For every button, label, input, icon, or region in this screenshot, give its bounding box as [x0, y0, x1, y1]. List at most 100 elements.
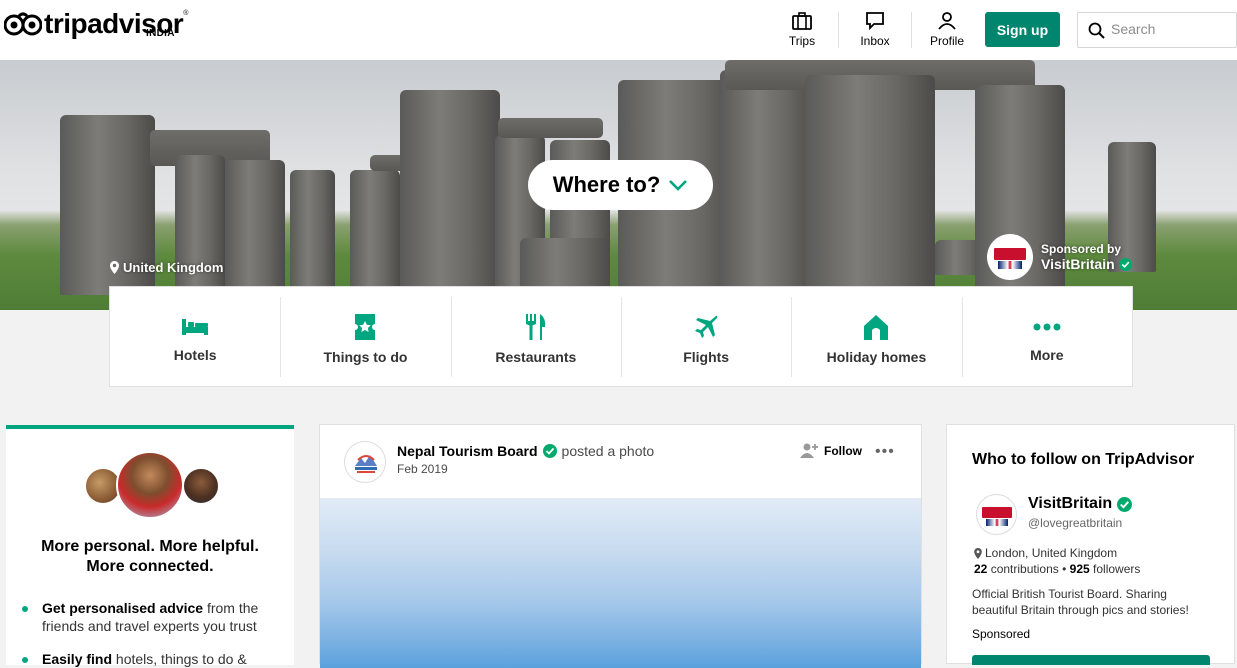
- search-icon: [1088, 22, 1105, 39]
- promo-bullet-bold: Easily find: [42, 651, 113, 667]
- category-holiday-homes[interactable]: Holiday homes: [791, 287, 961, 386]
- logo-region: INDIA: [146, 28, 175, 39]
- promo-bullet-bold: Get personalised advice: [42, 600, 204, 616]
- chat-icon: [866, 12, 884, 30]
- house-icon: [864, 315, 889, 340]
- stats-separator: •: [1062, 562, 1067, 576]
- post-author[interactable]: Nepal Tourism Board: [397, 443, 538, 459]
- follow-profile-button[interactable]: [972, 655, 1210, 665]
- avatar: [116, 451, 184, 519]
- category-bar: Hotels Things to do Restaurants Flights: [109, 286, 1133, 387]
- followers-count: 925: [1069, 562, 1090, 576]
- sponsored-label: Sponsored: [972, 627, 1031, 641]
- sponsored-by-label: Sponsored by: [1041, 242, 1122, 256]
- post-action: posted a photo: [561, 443, 655, 459]
- nav-inbox[interactable]: Inbox: [839, 10, 911, 52]
- category-label: Flights: [683, 349, 730, 365]
- verified-icon: [1117, 496, 1133, 512]
- profile-name[interactable]: VisitBritain: [1028, 495, 1133, 513]
- registered-mark: ®: [183, 10, 189, 17]
- suitcase-icon: [792, 12, 812, 30]
- promo-title-line: More connected.: [86, 558, 214, 575]
- where-to-label: Where to?: [552, 172, 661, 197]
- stone-illustration: [400, 90, 500, 310]
- category-hotels[interactable]: Hotels: [110, 287, 280, 386]
- nav-trips[interactable]: Trips: [766, 10, 838, 52]
- nav-trips-label: Trips: [788, 34, 816, 48]
- promo-bullet: Get personalised advice from the friends…: [22, 599, 282, 635]
- owl-logo-icon: [4, 12, 42, 36]
- search-input[interactable]: [1111, 21, 1231, 37]
- promo-bullet-text: hotels, things to do &: [112, 651, 247, 667]
- followers-label: followers: [1093, 562, 1141, 576]
- sign-up-button[interactable]: Sign up: [985, 12, 1060, 47]
- follow-label: Follow: [824, 444, 862, 458]
- where-to-button[interactable]: Where to?: [528, 160, 713, 210]
- bed-icon: [182, 319, 209, 335]
- nav-inbox-label: Inbox: [860, 34, 890, 48]
- contributions-count: 22: [974, 562, 988, 576]
- who-to-follow-card: Who to follow on TripAdvisor VisitBritai…: [946, 424, 1235, 665]
- nepal-tourism-logo-icon: [355, 455, 377, 473]
- profile-stats: 22 contributions • 925 followers: [974, 562, 1140, 576]
- membership-promo-card: More personal. More helpful. More connec…: [6, 425, 294, 668]
- profile-handle: @lovegreatbritain: [1028, 516, 1123, 530]
- category-restaurants[interactable]: Restaurants: [450, 287, 621, 386]
- promo-bullet: Easily find hotels, things to do &: [22, 650, 282, 668]
- category-things-to-do[interactable]: Things to do: [280, 287, 450, 386]
- visitbritain-avatar[interactable]: [976, 494, 1017, 535]
- sponsor-name: VisitBritain: [1041, 256, 1115, 272]
- category-label: Restaurants: [495, 349, 577, 365]
- stone-illustration: [805, 75, 935, 310]
- stone-illustration: [290, 170, 335, 290]
- author-avatar[interactable]: [344, 441, 386, 483]
- stone-illustration: [225, 160, 285, 300]
- plane-icon: [695, 315, 718, 338]
- chevron-down-icon: [669, 180, 688, 191]
- profile-description: Official British Tourist Board. Sharing …: [972, 587, 1189, 617]
- stone-illustration: [350, 170, 400, 300]
- traveller-avatars: [84, 451, 224, 521]
- post-header: Nepal Tourism Board posted a photo: [397, 443, 654, 459]
- stone-illustration: [520, 238, 610, 288]
- sponsor-badge[interactable]: Sponsored by VisitBritain: [987, 234, 1132, 280]
- promo-title-line: More personal. More helpful.: [41, 538, 259, 555]
- profile-name-label: VisitBritain: [1028, 495, 1113, 512]
- stone-illustration: [498, 118, 603, 138]
- cutlery-icon: [525, 314, 545, 340]
- add-person-icon: [800, 443, 818, 458]
- nav-profile[interactable]: Profile: [911, 10, 983, 52]
- hero-banner: Where to? United Kingdom Sponsored by Vi…: [0, 60, 1237, 310]
- contributions-label: contributions: [990, 562, 1059, 576]
- promo-title: More personal. More helpful. More connec…: [6, 537, 294, 577]
- category-flights[interactable]: Flights: [620, 287, 791, 386]
- top-header: tripadvisor ® INDIA Trips Inbox Profile …: [0, 0, 1237, 60]
- stone-illustration: [720, 70, 815, 310]
- category-label: More: [1030, 347, 1064, 363]
- hero-location-label: United Kingdom: [123, 260, 224, 275]
- follow-button[interactable]: Follow: [800, 443, 862, 459]
- hero-location[interactable]: United Kingdom: [110, 260, 223, 275]
- verified-icon: [1118, 257, 1132, 271]
- post-more-menu[interactable]: •••: [875, 443, 895, 461]
- post-date: Feb 2019: [397, 462, 448, 476]
- profile-location: London, United Kingdom: [974, 546, 1117, 560]
- post-photo[interactable]: [320, 498, 921, 668]
- category-more[interactable]: More: [961, 287, 1132, 386]
- category-label: Hotels: [173, 347, 217, 363]
- dots-icon: [1033, 323, 1061, 331]
- verified-icon: [542, 444, 557, 458]
- avatar: [182, 467, 220, 505]
- search-box[interactable]: [1077, 12, 1237, 48]
- category-label: Holiday homes: [826, 349, 927, 365]
- ticket-icon: [352, 314, 379, 340]
- profile-location-label: London, United Kingdom: [985, 546, 1118, 560]
- map-pin-icon: [974, 547, 982, 559]
- person-icon: [938, 12, 956, 30]
- who-to-follow-title: Who to follow on TripAdvisor: [972, 451, 1195, 468]
- map-pin-icon: [110, 261, 119, 274]
- nav-profile-label: Profile: [929, 34, 964, 48]
- feed-post: Nepal Tourism Board posted a photo Feb 2…: [319, 424, 922, 668]
- great-britain-logo: [987, 234, 1033, 280]
- category-label: Things to do: [323, 349, 408, 365]
